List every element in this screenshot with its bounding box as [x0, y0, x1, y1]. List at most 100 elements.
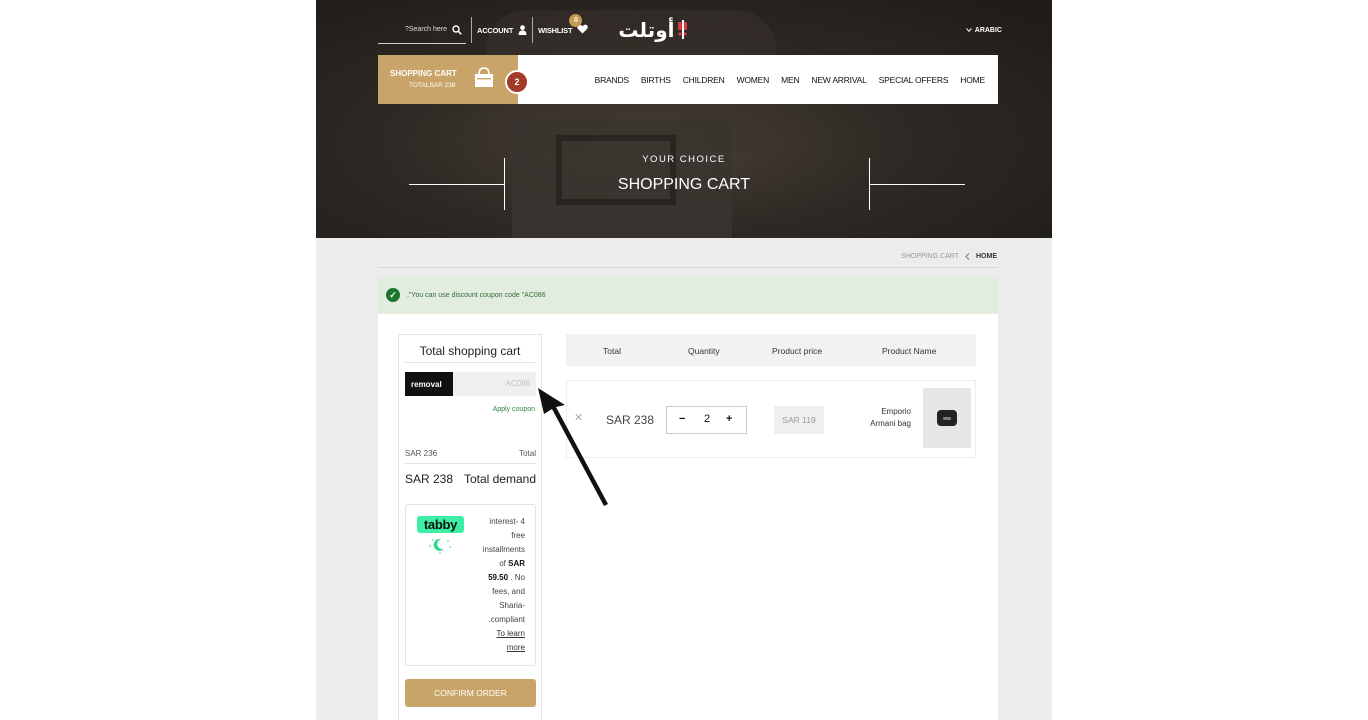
tabby-text-line: of SAR: [461, 557, 525, 571]
hero-banner: ?Search here ACCOUNT WISHLIST 0 أوتلت AR…: [316, 0, 1052, 238]
nav-item-special-offers[interactable]: SPECIAL OFFERS: [879, 75, 949, 85]
nav-item-children[interactable]: CHILDREN: [683, 75, 725, 85]
cart-table-header: Total Quantity Product price Product Nam…: [566, 334, 976, 366]
product-name-line: Armani bag: [870, 419, 911, 428]
cart-total: TOTALSAR 238: [409, 82, 456, 89]
tabby-learn-more-link[interactable]: To learn: [461, 627, 525, 641]
quantity-stepper[interactable]: − 2 +: [666, 406, 747, 434]
breadcrumb-current: SHOPPING CART: [901, 253, 959, 260]
tabby-promo: tabby interest- 4 free installments of S…: [405, 504, 536, 666]
product-name[interactable]: Emporio Armani bag: [855, 406, 911, 430]
wishlist-link[interactable]: WISHLIST 0: [538, 14, 589, 36]
summary-demand-row: SAR 238 Total demand: [405, 472, 536, 486]
nav-item-brands[interactable]: BRANDS: [595, 75, 629, 85]
summary-demand-label: Total demand: [463, 472, 536, 486]
main-navigation: SHOPPING CART TOTALSAR 238 2 BRANDS BIRT…: [378, 55, 998, 104]
column-header-price: Product price: [772, 346, 823, 356]
tabby-text-line: installments: [482, 545, 525, 554]
minus-icon[interactable]: −: [679, 413, 685, 425]
summary-total-row: SAR 236 Total: [405, 449, 536, 464]
hero-deco-line: [409, 184, 505, 185]
chevron-left-icon: [965, 253, 970, 260]
cart-label: SHOPPING CART: [390, 69, 457, 78]
coupon-code-input[interactable]: AC086: [506, 379, 530, 388]
tabby-text-line: interest- 4: [489, 517, 525, 526]
summary-title: Total shopping cart: [405, 335, 535, 363]
page-gutter-right: [1052, 0, 1368, 720]
tabby-amount-value: 59.50: [488, 573, 509, 582]
column-header-name: Product Name: [882, 346, 937, 356]
column-header-total: Total: [603, 346, 621, 356]
table-row: ✕ SAR 238 − 2 + SAR 119 Emporio Armani b…: [566, 380, 976, 458]
nav-item-men[interactable]: MEN: [781, 75, 800, 85]
coupon-notice: ✓ ."You can use discount coupon code "AC…: [378, 276, 998, 314]
hero-background-shape: [556, 135, 676, 205]
bag-product-icon: [937, 410, 957, 426]
search-icon[interactable]: [452, 24, 462, 35]
confirm-order-button[interactable]: CONFIRM ORDER: [405, 679, 536, 707]
summary-total-label: Total: [519, 449, 536, 458]
account-label: ACCOUNT: [477, 25, 514, 35]
chevron-down-icon: [965, 28, 972, 32]
breadcrumb-home[interactable]: HOME: [976, 253, 997, 260]
nav-menu: BRANDS BIRTHS CHILDREN WOMEN MEN NEW ARR…: [595, 55, 998, 104]
quantity-value[interactable]: 2: [704, 413, 710, 425]
page: ?Search here ACCOUNT WISHLIST 0 أوتلت AR…: [316, 0, 1052, 720]
site-logo[interactable]: أوتلت: [618, 18, 690, 42]
divider: [471, 17, 472, 43]
shopping-bag-icon: [475, 67, 493, 87]
language-switcher[interactable]: ARABIC: [965, 26, 1002, 34]
tabby-text-line: free: [511, 531, 525, 540]
account-link[interactable]: ACCOUNT: [477, 25, 527, 35]
wishlist-badge: 0: [569, 14, 589, 36]
hero-deco-line: [869, 184, 965, 185]
tabby-text-line: fees, and: [492, 587, 525, 596]
summary-total-value: SAR 236: [405, 449, 438, 458]
tabby-text-line: 59.50 . No: [461, 571, 525, 585]
product-price: SAR 119: [774, 406, 824, 434]
crescent-moon-icon: [429, 538, 451, 554]
nav-item-new-arrival[interactable]: NEW ARRIVAL: [811, 75, 866, 85]
tabby-text-line: .compliant: [488, 615, 525, 624]
product-image[interactable]: [923, 388, 971, 448]
column-header-quantity: Quantity: [688, 346, 720, 356]
cart-summary: Total shopping cart removal AC086 Apply …: [398, 334, 542, 720]
logo-text: أوتلت: [618, 18, 675, 42]
summary-demand-value: SAR 238: [405, 472, 454, 486]
wishlist-label: WISHLIST: [538, 25, 573, 35]
cart-count-badge: 2: [505, 70, 529, 94]
nav-item-births[interactable]: BIRTHS: [641, 75, 671, 85]
divider: [532, 17, 534, 43]
annotation-arrow-icon: [538, 388, 608, 506]
hero-deco-line: [504, 158, 505, 210]
nav-item-home[interactable]: HOME: [960, 75, 985, 85]
remove-coupon-button[interactable]: removal: [405, 372, 453, 396]
tabby-amount-currency: SAR: [508, 559, 525, 568]
page-gutter-left: [0, 0, 316, 720]
logo-mark-icon: [676, 19, 690, 41]
apply-coupon-link[interactable]: Apply coupon: [493, 406, 535, 413]
coupon-notice-text: ."You can use discount coupon code "AC08…: [407, 291, 546, 299]
breadcrumb: SHOPPING CART HOME: [378, 246, 998, 268]
tabby-text-word: . No: [510, 573, 525, 582]
coupon-field[interactable]: removal AC086: [405, 372, 536, 396]
language-label: ARABIC: [974, 26, 1002, 34]
top-bar: ?Search here ACCOUNT WISHLIST 0 أوتلت AR…: [378, 12, 1002, 48]
user-icon: [518, 25, 527, 35]
hero-subtitle: YOUR CHOICE: [642, 154, 726, 165]
tabby-logo: tabby: [417, 516, 464, 533]
mini-cart-button[interactable]: SHOPPING CART TOTALSAR 238 2: [378, 55, 529, 104]
tabby-text-word: of: [499, 559, 506, 568]
tabby-description: interest- 4 free installments of SAR 59.…: [461, 515, 525, 655]
check-circle-icon: ✓: [386, 288, 400, 302]
search-placeholder: ?Search here: [404, 26, 447, 33]
row-total: SAR 238: [606, 413, 655, 427]
tabby-learn-more-link[interactable]: more: [461, 641, 525, 655]
plus-icon[interactable]: +: [726, 413, 732, 425]
tabby-text-line: Sharia-: [499, 601, 525, 610]
search-input[interactable]: ?Search here: [378, 16, 466, 44]
hero-title: SHOPPING CART: [617, 176, 751, 193]
product-name-line: Emporio: [881, 407, 911, 416]
nav-item-women[interactable]: WOMEN: [737, 75, 770, 85]
cart-content: Total shopping cart removal AC086 Apply …: [378, 314, 998, 720]
